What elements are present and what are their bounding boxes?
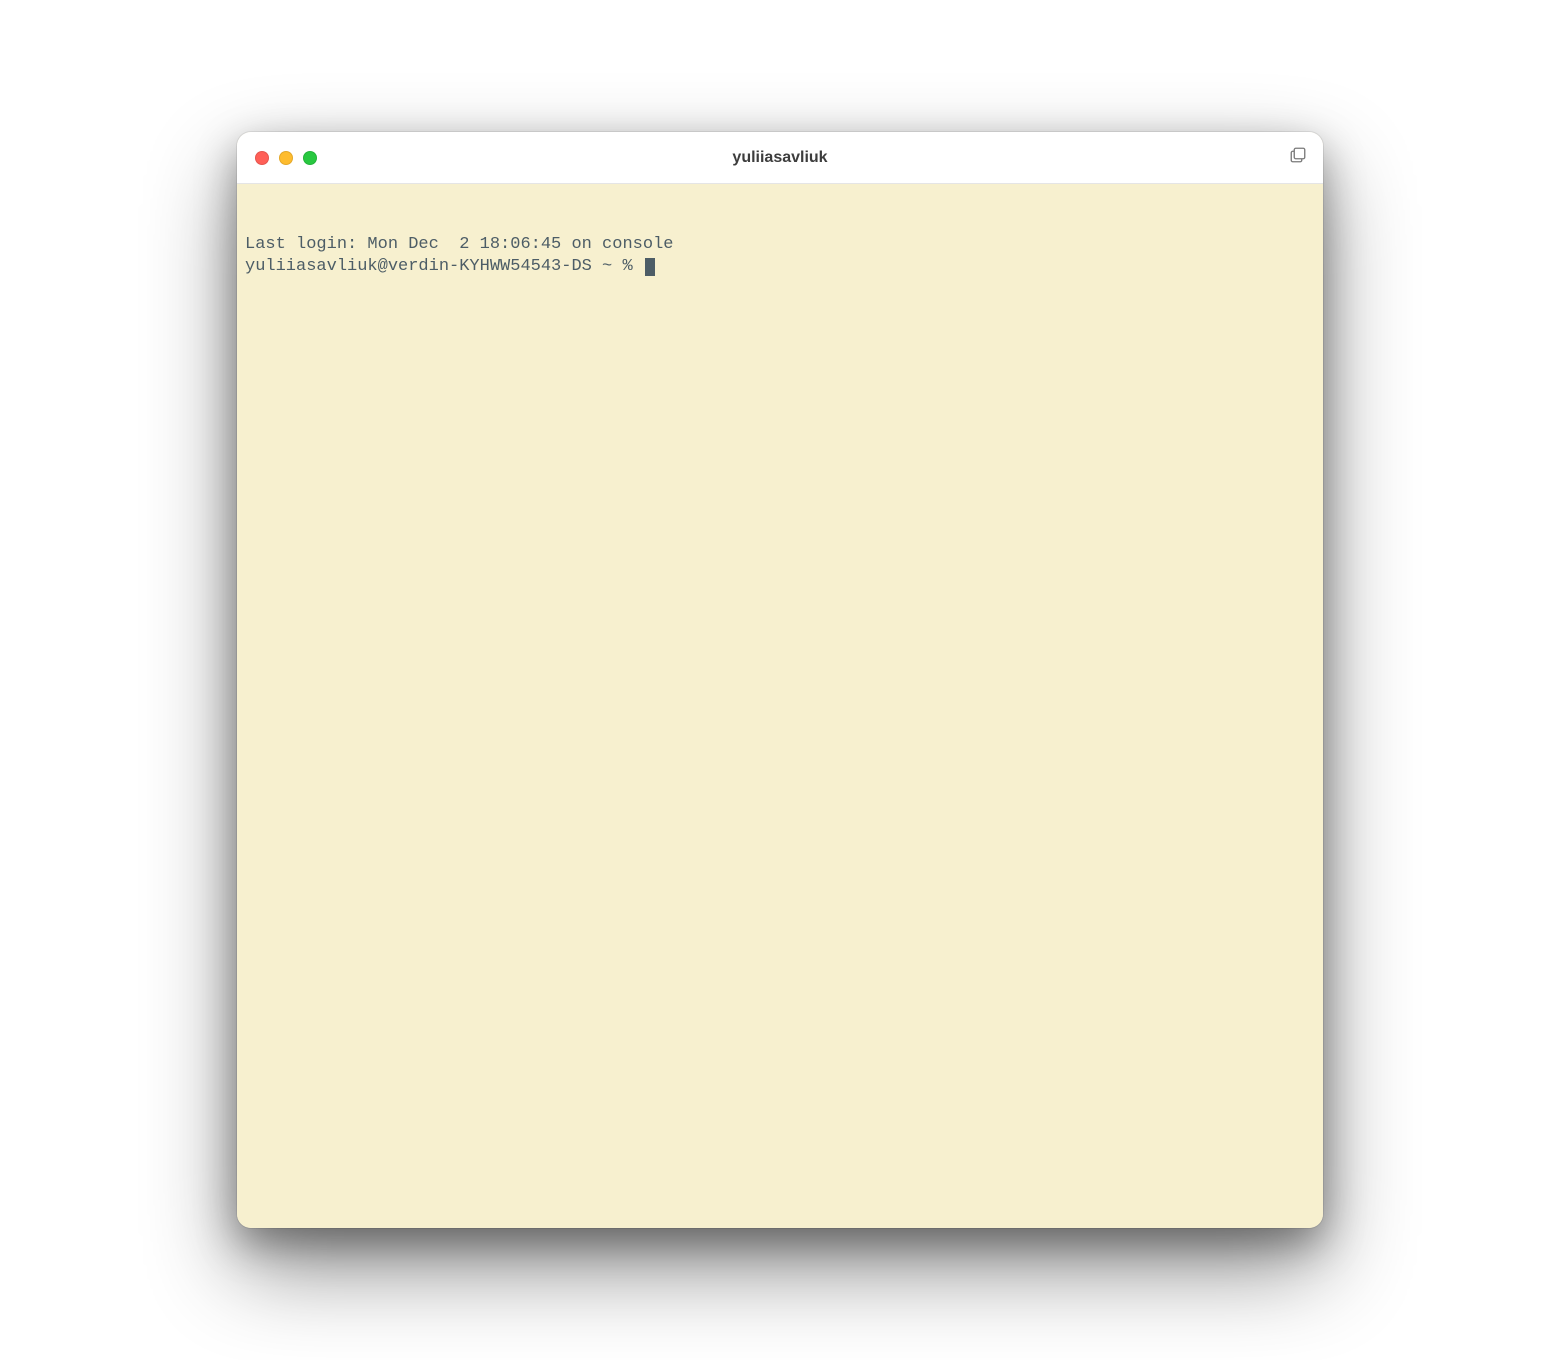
prompt-line: yuliiasavliuk@verdin-KYHWW54543-DS ~ %	[245, 256, 1315, 278]
terminal-window: yuliiasavliuk Last login: Mon Dec 2 18:0…	[237, 132, 1323, 1228]
tabs-icon[interactable]	[1289, 146, 1307, 169]
terminal-body[interactable]: Last login: Mon Dec 2 18:06:45 on consol…	[237, 184, 1323, 1228]
titlebar-right	[1289, 146, 1307, 169]
traffic-lights	[237, 151, 317, 165]
prompt-text: yuliiasavliuk@verdin-KYHWW54543-DS ~ %	[245, 257, 643, 276]
titlebar[interactable]: yuliiasavliuk	[237, 132, 1323, 184]
window-title: yuliiasavliuk	[732, 149, 827, 167]
last-login-line: Last login: Mon Dec 2 18:06:45 on consol…	[245, 234, 1315, 256]
minimize-icon[interactable]	[279, 151, 293, 165]
close-icon[interactable]	[255, 151, 269, 165]
maximize-icon[interactable]	[303, 151, 317, 165]
cursor-icon	[645, 258, 655, 276]
